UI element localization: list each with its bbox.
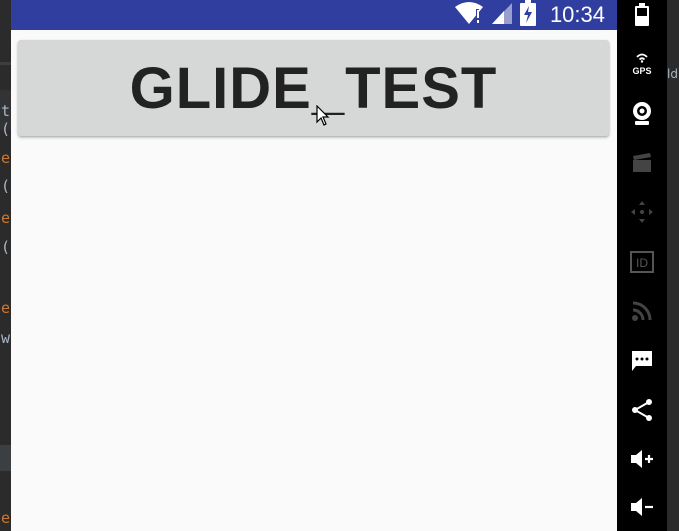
move-icon[interactable] <box>627 197 657 227</box>
mouse-cursor-icon <box>316 104 330 131</box>
ide-code-fragment: wi <box>1 329 11 347</box>
svg-text:ID: ID <box>636 256 648 270</box>
volume-up-icon[interactable] <box>627 444 657 474</box>
ide-code-fragment: ( <box>1 238 11 256</box>
glide-test-button-label: GLIDE_TEST <box>129 55 498 121</box>
glide-test-button[interactable]: GLIDE_TEST <box>18 40 609 136</box>
ide-code-fragment: ld <box>667 67 678 81</box>
id-icon[interactable]: ID <box>627 247 657 277</box>
ide-code-fragment: e <box>1 209 11 227</box>
ide-panel-strip <box>0 445 11 471</box>
share-icon[interactable] <box>627 395 657 425</box>
ide-code-fragment: e <box>1 299 11 317</box>
cell-signal-icon <box>490 1 514 29</box>
status-bar: 10:34 <box>11 0 617 30</box>
message-icon[interactable] <box>627 346 657 376</box>
ide-code-fragment: ( <box>1 177 11 195</box>
ide-toolbar-strip <box>0 62 11 65</box>
ide-background-left: t ( e ( e ( e wi e <box>0 0 11 531</box>
status-icons: 10:34 <box>454 0 605 30</box>
wifi-icon <box>454 1 484 29</box>
video-icon[interactable] <box>627 148 657 178</box>
rss-icon[interactable] <box>627 296 657 326</box>
gps-icon[interactable]: GPS <box>627 49 657 79</box>
volume-down-icon[interactable] <box>627 492 657 522</box>
ide-background-right: ld <box>667 0 679 531</box>
ide-code-fragment: ( <box>1 120 11 138</box>
status-clock: 10:34 <box>549 2 605 27</box>
battery-icon[interactable] <box>627 0 657 30</box>
ide-code-fragment: e <box>1 509 11 527</box>
svg-text:GPS: GPS <box>632 66 651 76</box>
battery-charging-icon <box>519 0 536 30</box>
ide-code-fragment: e <box>1 149 11 167</box>
camera-icon[interactable] <box>627 98 657 128</box>
ide-code-fragment: t <box>1 102 11 120</box>
phone-screen: 10:34 GLIDE_TEST <box>11 0 617 531</box>
emulator-toolbar: GPS ID <box>617 0 667 531</box>
